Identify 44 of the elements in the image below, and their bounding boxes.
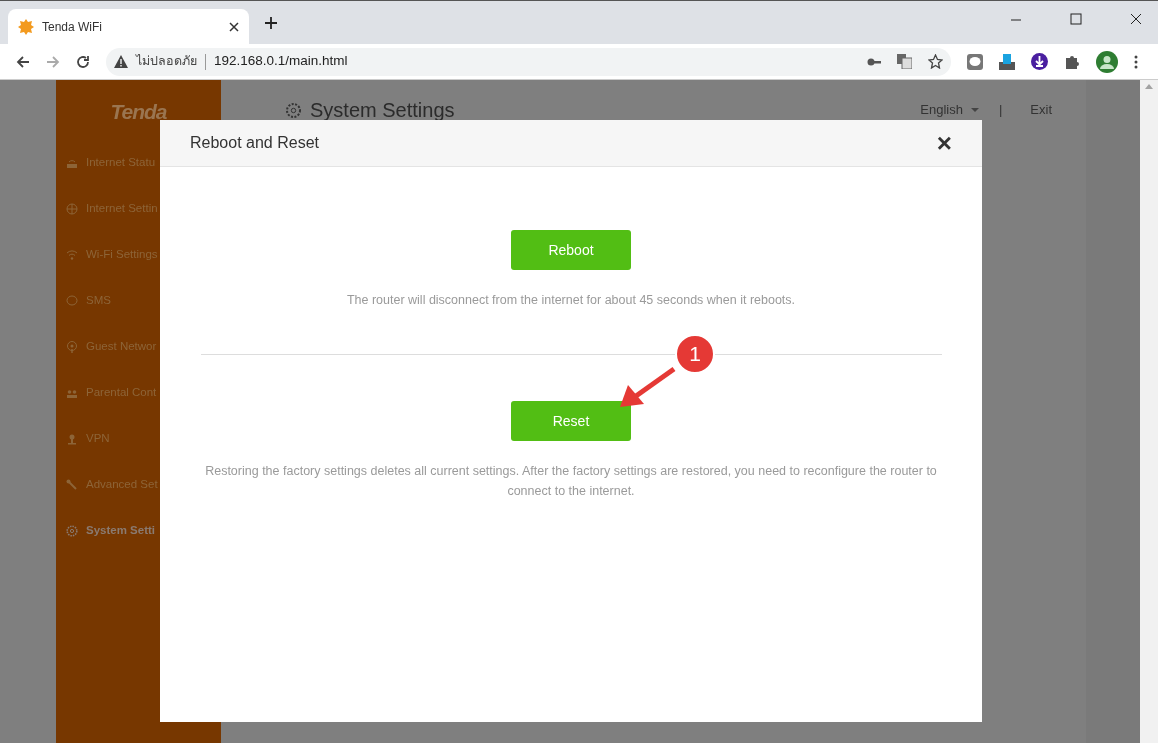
translate-icon[interactable] xyxy=(897,54,912,69)
menu-icon[interactable] xyxy=(1134,54,1138,69)
chat-extension-icon[interactable] xyxy=(967,53,983,70)
logo: Tenda xyxy=(109,99,168,125)
reload-icon[interactable] xyxy=(76,54,90,69)
router-icon xyxy=(66,157,78,169)
gear-icon xyxy=(66,525,78,537)
warning-icon xyxy=(114,55,128,68)
wrench-icon xyxy=(66,479,78,491)
exit-link[interactable]: Exit xyxy=(1030,100,1052,120)
new-tab-icon[interactable] xyxy=(265,17,277,29)
caret-icon xyxy=(970,108,979,112)
reboot-button[interactable]: Reboot xyxy=(511,230,631,270)
chat-bubble-icon xyxy=(66,295,78,307)
wifi-icon xyxy=(66,249,78,261)
globe-icon xyxy=(66,203,78,215)
close-icon[interactable] xyxy=(1130,13,1142,25)
extensions-icon[interactable] xyxy=(1064,53,1080,70)
language-dropdown[interactable]: English xyxy=(920,100,979,120)
site-icon xyxy=(18,18,34,35)
maximize-icon[interactable] xyxy=(1070,13,1082,25)
step-number: 1 xyxy=(688,341,702,367)
gear-icon xyxy=(285,101,302,119)
reset-button[interactable]: Reset xyxy=(511,401,631,441)
download-icon[interactable] xyxy=(1031,53,1048,70)
back-icon[interactable] xyxy=(16,54,30,69)
pin-icon xyxy=(66,341,78,353)
close-button[interactable]: × xyxy=(936,130,952,156)
sidebar-item[interactable]: System Setti xyxy=(56,508,221,554)
close-tab-icon[interactable] xyxy=(229,21,239,32)
person-icon xyxy=(66,433,78,445)
description-text: The router will disconnect from the internet for about 45 seconds when it reboots. xyxy=(346,292,796,309)
star-icon[interactable] xyxy=(928,54,943,69)
people-icon xyxy=(66,387,78,399)
step-badge xyxy=(675,334,715,374)
security-label[interactable]: ไม่ปลอดภัย xyxy=(136,52,197,71)
key-icon[interactable] xyxy=(867,56,881,67)
url-text[interactable]: 192.168.0.1/main.html xyxy=(214,51,348,72)
profile-avatar[interactable] xyxy=(1096,50,1118,73)
arrow xyxy=(620,366,676,407)
description-text: Restoring the factory settings deletes all current settings. After the factory settings are restored, you need to reconfigure the router to connect to the internet. xyxy=(204,463,938,500)
dialog-title: Reboot and Reset xyxy=(190,133,319,153)
separator-text: | xyxy=(998,101,1003,120)
page-title: System Settings xyxy=(310,98,455,123)
